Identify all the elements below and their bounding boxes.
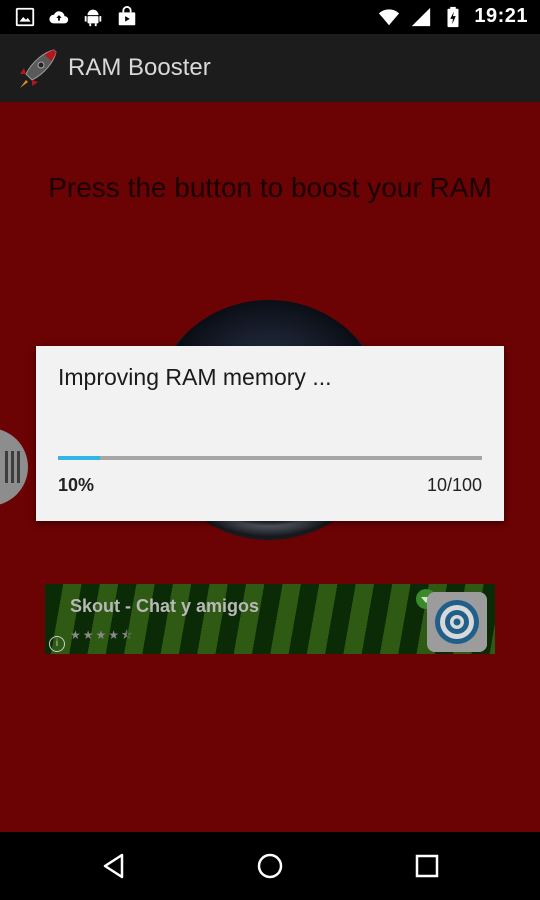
progress-bar	[58, 456, 482, 460]
recent-apps-icon[interactable]	[411, 850, 443, 882]
progress-dialog: Improving RAM memory ... 10% 10/100	[36, 346, 504, 521]
home-icon[interactable]	[254, 850, 286, 882]
image-icon	[15, 7, 35, 27]
notification-icons	[14, 6, 138, 28]
back-icon[interactable]	[98, 850, 130, 882]
progress-bar-fill	[58, 456, 101, 460]
shopping-bag-icon	[118, 6, 136, 26]
wifi-icon	[379, 8, 400, 25]
cloud-upload-icon	[49, 11, 69, 24]
progress-percent: 10%	[58, 475, 95, 495]
system-status: 19:21	[378, 5, 528, 28]
action-bar: RAM Booster	[0, 34, 540, 102]
dialog-message: Improving RAM memory ...	[58, 364, 332, 390]
navigation-bar	[0, 832, 540, 900]
progress-count: 10/100	[426, 475, 482, 495]
rocket-logo-icon[interactable]	[14, 44, 62, 92]
android-icon	[84, 9, 102, 27]
clock: 19:21	[474, 5, 528, 27]
battery-charging-icon	[447, 6, 459, 27]
status-bar: 19:21	[0, 0, 540, 34]
app-title: RAM Booster	[68, 54, 211, 81]
signal-icon	[412, 7, 431, 26]
